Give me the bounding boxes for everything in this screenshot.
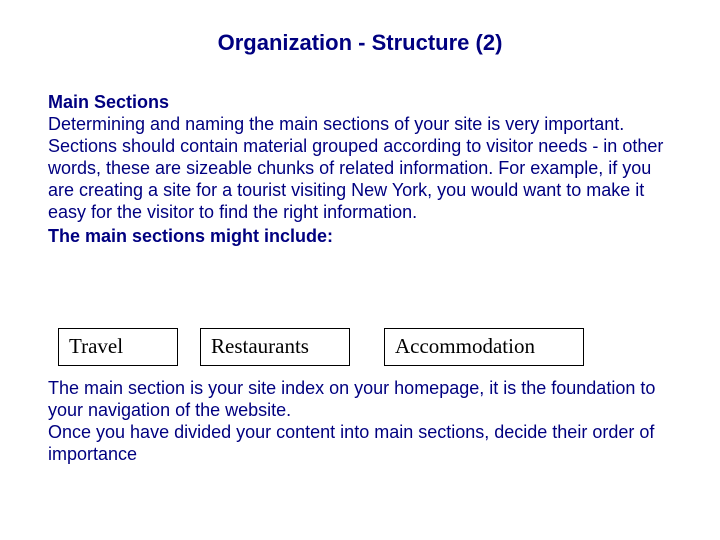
slide: Organization - Structure (2) Main Sectio… xyxy=(0,0,720,540)
box-travel: Travel xyxy=(58,328,178,366)
slide-title: Organization - Structure (2) xyxy=(0,30,720,56)
section-subhead: Main Sections xyxy=(48,92,672,114)
footer-line-2: Once you have divided your content into … xyxy=(48,422,672,466)
box-accommodation: Accommodation xyxy=(384,328,584,366)
section-lead-in: The main sections might include: xyxy=(48,226,672,248)
body-text: Main Sections Determining and naming the… xyxy=(48,92,672,248)
footer-line-1: The main section is your site index on y… xyxy=(48,378,672,422)
box-restaurants: Restaurants xyxy=(200,328,350,366)
section-paragraph: Determining and naming the main sections… xyxy=(48,114,672,224)
footer-text: The main section is your site index on y… xyxy=(48,378,672,466)
